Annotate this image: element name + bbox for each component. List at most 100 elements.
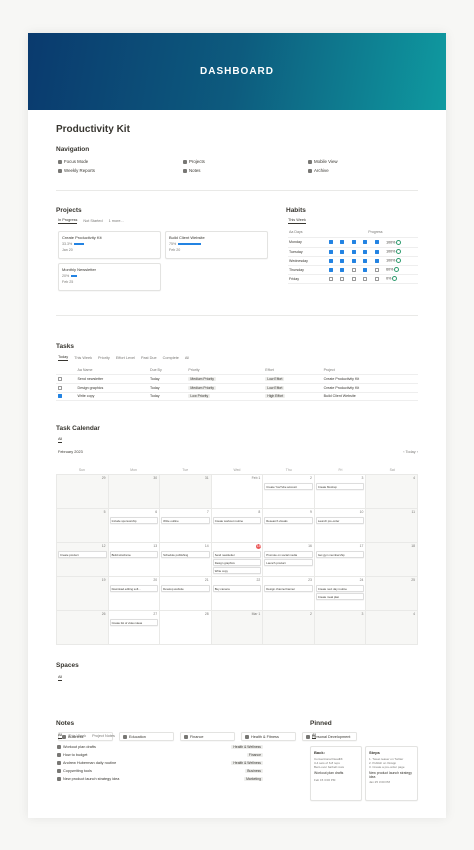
habit-checkbox[interactable] [351, 249, 356, 254]
calendar-day[interactable]: 26 [57, 611, 109, 645]
habit-checkbox[interactable] [374, 240, 379, 245]
pinned-card[interactable]: Back: Conventional Deadlift 3-4 sets of … [310, 746, 362, 801]
calendar-day[interactable]: 6 Include sponsorship [108, 509, 161, 543]
calendar-event[interactable]: Buy camera [212, 585, 262, 592]
calendar-event[interactable]: Write outline [161, 517, 210, 524]
tab-today[interactable]: Today [58, 355, 69, 361]
calendar-day[interactable]: 30 [108, 475, 161, 509]
calendar-day[interactable]: 24 Create next day routine Create meal pla… [314, 577, 367, 611]
nav-focus-mode[interactable]: Focus Mode [58, 159, 88, 164]
calendar-event[interactable]: Include sponsorship [109, 517, 159, 524]
calendar-event[interactable]: Create meal plan [315, 593, 365, 600]
calendar-event[interactable]: Schedule publishing [161, 551, 210, 558]
calendar-day[interactable]: 7 Write outline [160, 509, 212, 543]
tab-all[interactable]: All [312, 733, 317, 739]
habit-checkbox[interactable] [328, 249, 333, 254]
habit-checkbox[interactable] [374, 249, 379, 254]
habit-checkbox[interactable] [340, 240, 345, 245]
calendar-day[interactable]: 4 [366, 475, 418, 509]
task-row[interactable]: Write copy Today Low Priority High Effort Bu… [56, 392, 418, 402]
calendar-event[interactable]: Design graphics [212, 559, 262, 566]
calendar-event[interactable]: Launch product [264, 559, 313, 566]
nav-notes[interactable]: Notes [183, 168, 200, 173]
note-row[interactable]: Andrew Huberman daily routine Health & We… [56, 759, 264, 767]
calendar-day[interactable]: 2 [263, 611, 315, 645]
habit-checkbox[interactable] [340, 258, 345, 263]
calendar-day[interactable]: Feb 1 [211, 475, 264, 509]
habit-checkbox[interactable] [374, 267, 379, 272]
pinned-card[interactable]: Steps 1. Tweet teaser on Twitter 2. Publ… [365, 746, 418, 801]
calendar-event[interactable]: Create product [58, 551, 107, 558]
calendar-day[interactable]: 28 [160, 611, 212, 645]
calendar-event[interactable]: Create list of video ideas [109, 619, 159, 626]
habit-checkbox[interactable] [328, 240, 333, 245]
habit-checkbox[interactable] [351, 276, 356, 281]
tab-all[interactable]: All [58, 675, 63, 681]
habit-checkbox[interactable] [363, 258, 368, 263]
habit-checkbox[interactable] [340, 276, 345, 281]
calendar-day[interactable]: 19 [57, 577, 109, 611]
habit-checkbox[interactable] [328, 276, 333, 281]
calendar-event[interactable]: Create Mockup [315, 483, 365, 490]
habit-checkbox[interactable] [351, 258, 356, 263]
habit-checkbox[interactable] [363, 240, 368, 245]
calendar-day[interactable]: 29 [57, 475, 109, 509]
note-row[interactable]: Workout plan drafts Health & Wellness [56, 743, 264, 751]
habit-checkbox[interactable] [374, 258, 379, 263]
project-card[interactable]: Monthly Newsletter 20% Feb 25 [58, 263, 161, 291]
calendar-event[interactable]: Write copy [212, 567, 262, 574]
calendar-day[interactable]: 16 Promote on social media Launch product [263, 543, 315, 577]
calendar-event[interactable]: Create next day routine [315, 585, 365, 592]
calendar-day[interactable]: 17 Get gym membership [314, 543, 367, 577]
calendar-day[interactable]: 14 Schedule publishing [160, 543, 212, 577]
task-row[interactable]: Send newsletter Today Medium Priority Low E… [56, 374, 418, 384]
space-card[interactable]: Personal Development [302, 732, 357, 741]
calendar-event[interactable]: Download editing soft... [109, 585, 159, 592]
tab-past-due[interactable]: Past Due [141, 356, 157, 360]
tab-not-started[interactable]: Not Started [83, 219, 102, 223]
calendar-day[interactable]: 5 [57, 509, 109, 543]
project-card[interactable]: Create Productivity Kit 33.3% Jan 20 [58, 231, 161, 259]
nav-projects[interactable]: Projects [183, 159, 205, 164]
tab-complete[interactable]: Complete [163, 356, 179, 360]
tab-in-progress[interactable]: In Progress [58, 218, 78, 224]
calendar-day[interactable]: 11 [366, 509, 418, 543]
nav-weekly-reports[interactable]: Weekly Reports [58, 168, 95, 173]
tab-project-notes[interactable]: Project Notes [92, 734, 115, 738]
today-button[interactable]: Today [406, 450, 416, 454]
tab-effort-level[interactable]: Effort Level [116, 356, 135, 360]
calendar-day[interactable]: 2 Create YouTube account [263, 475, 315, 509]
tab-all[interactable]: All [58, 733, 63, 739]
calendar-event[interactable]: Create workout routine [212, 517, 262, 524]
calendar-day[interactable]: 18 [366, 543, 418, 577]
calendar-day[interactable]: 15 Send newsletter Design graphics Write co… [211, 543, 264, 577]
calendar-day[interactable]: 27 Create list of video ideas [108, 611, 161, 645]
calendar-event[interactable]: Develop website [161, 585, 210, 592]
prev-icon[interactable]: ‹ [403, 450, 404, 454]
calendar-event[interactable]: Research visuals [264, 517, 313, 524]
calendar-event[interactable]: Create YouTube account [264, 483, 313, 490]
project-card[interactable]: Build Client Website 75% Feb 20 [165, 231, 268, 259]
calendar-day[interactable]: 13 Build wireframe [108, 543, 161, 577]
calendar-day[interactable]: 25 [366, 577, 418, 611]
calendar-day[interactable]: 12 Create product [57, 543, 109, 577]
tab-this-week[interactable]: This Week [288, 218, 306, 224]
calendar-day[interactable]: 10 Launch pre-order [314, 509, 367, 543]
habit-checkbox[interactable] [374, 276, 379, 281]
tab-all[interactable]: All [185, 356, 189, 360]
calendar-day[interactable]: 23 Design channel banner [263, 577, 315, 611]
calendar-day[interactable]: 22 Buy camera [211, 577, 264, 611]
calendar-event[interactable]: Send newsletter [212, 551, 262, 558]
calendar-event[interactable]: Build wireframe [109, 551, 159, 558]
calendar-day[interactable]: 9 Research visuals [263, 509, 315, 543]
nav-archive[interactable]: Archive [308, 168, 329, 173]
task-checkbox[interactable] [58, 377, 62, 382]
calendar-day[interactable]: 20 Download editing soft... [108, 577, 161, 611]
calendar-day[interactable]: 21 Develop website [160, 577, 212, 611]
tab-more[interactable]: 1 more... [109, 219, 124, 223]
note-row[interactable]: How to budget Finance [56, 751, 264, 759]
calendar-event[interactable]: Launch pre-order [315, 517, 365, 524]
space-card[interactable]: Education [119, 732, 174, 741]
calendar-day[interactable]: Mar 1 [211, 611, 264, 645]
calendar-day[interactable]: 4 [366, 611, 418, 645]
